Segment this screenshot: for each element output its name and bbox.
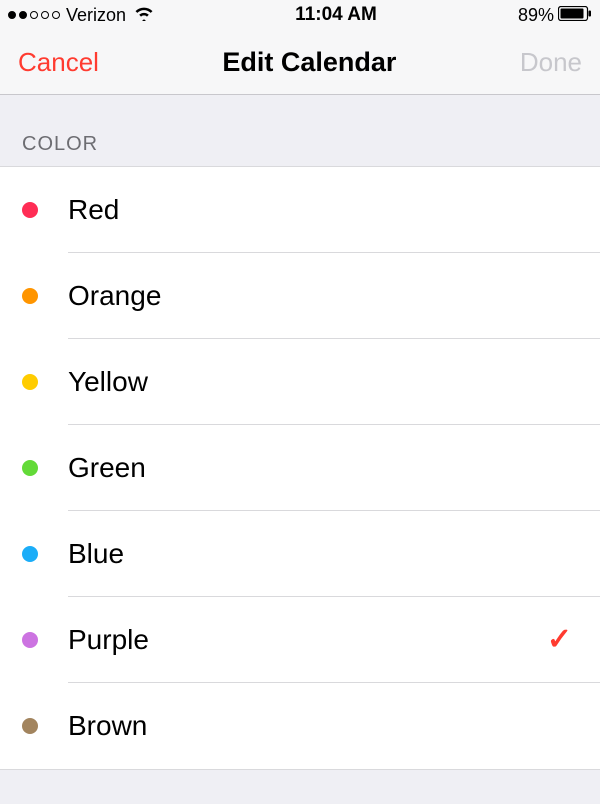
color-label: Orange xyxy=(68,280,578,312)
cancel-button[interactable]: Cancel xyxy=(18,47,99,78)
color-label: Yellow xyxy=(68,366,578,398)
color-row-yellow[interactable]: Yellow xyxy=(0,339,600,425)
color-swatch-icon xyxy=(22,632,38,648)
color-label: Green xyxy=(68,452,578,484)
color-swatch-icon xyxy=(22,718,38,734)
carrier-label: Verizon xyxy=(66,5,126,26)
color-row-red[interactable]: Red xyxy=(0,167,600,253)
status-right: 89% xyxy=(518,5,592,26)
color-list: Red Orange Yellow Green Blue Purple✓ Brown xyxy=(0,167,600,769)
list-footer-spacer xyxy=(0,769,600,793)
color-label: Purple xyxy=(68,624,547,656)
color-swatch-icon xyxy=(22,460,38,476)
checkmark-icon: ✓ xyxy=(547,622,572,657)
color-row-purple[interactable]: Purple✓ xyxy=(0,597,600,683)
color-label: Red xyxy=(68,194,578,226)
done-button[interactable]: Done xyxy=(520,47,582,78)
color-swatch-icon xyxy=(22,546,38,562)
color-row-orange[interactable]: Orange xyxy=(0,253,600,339)
battery-icon xyxy=(558,5,592,26)
clock: 11:04 AM xyxy=(295,4,377,26)
color-swatch-icon xyxy=(22,374,38,390)
page-title: Edit Calendar xyxy=(222,47,396,78)
signal-strength-icon xyxy=(8,11,60,19)
status-bar: Verizon 11:04 AM 89% xyxy=(0,0,600,30)
wifi-icon xyxy=(134,5,154,26)
color-label: Blue xyxy=(68,538,578,570)
color-row-green[interactable]: Green xyxy=(0,425,600,511)
nav-bar: Cancel Edit Calendar Done xyxy=(0,30,600,95)
color-row-blue[interactable]: Blue xyxy=(0,511,600,597)
color-label: Brown xyxy=(68,710,578,742)
battery-percent: 89% xyxy=(518,5,554,26)
status-left: Verizon xyxy=(8,5,154,26)
section-header-color: COLOR xyxy=(0,95,600,167)
color-swatch-icon xyxy=(22,288,38,304)
color-row-brown[interactable]: Brown xyxy=(0,683,600,769)
color-swatch-icon xyxy=(22,202,38,218)
